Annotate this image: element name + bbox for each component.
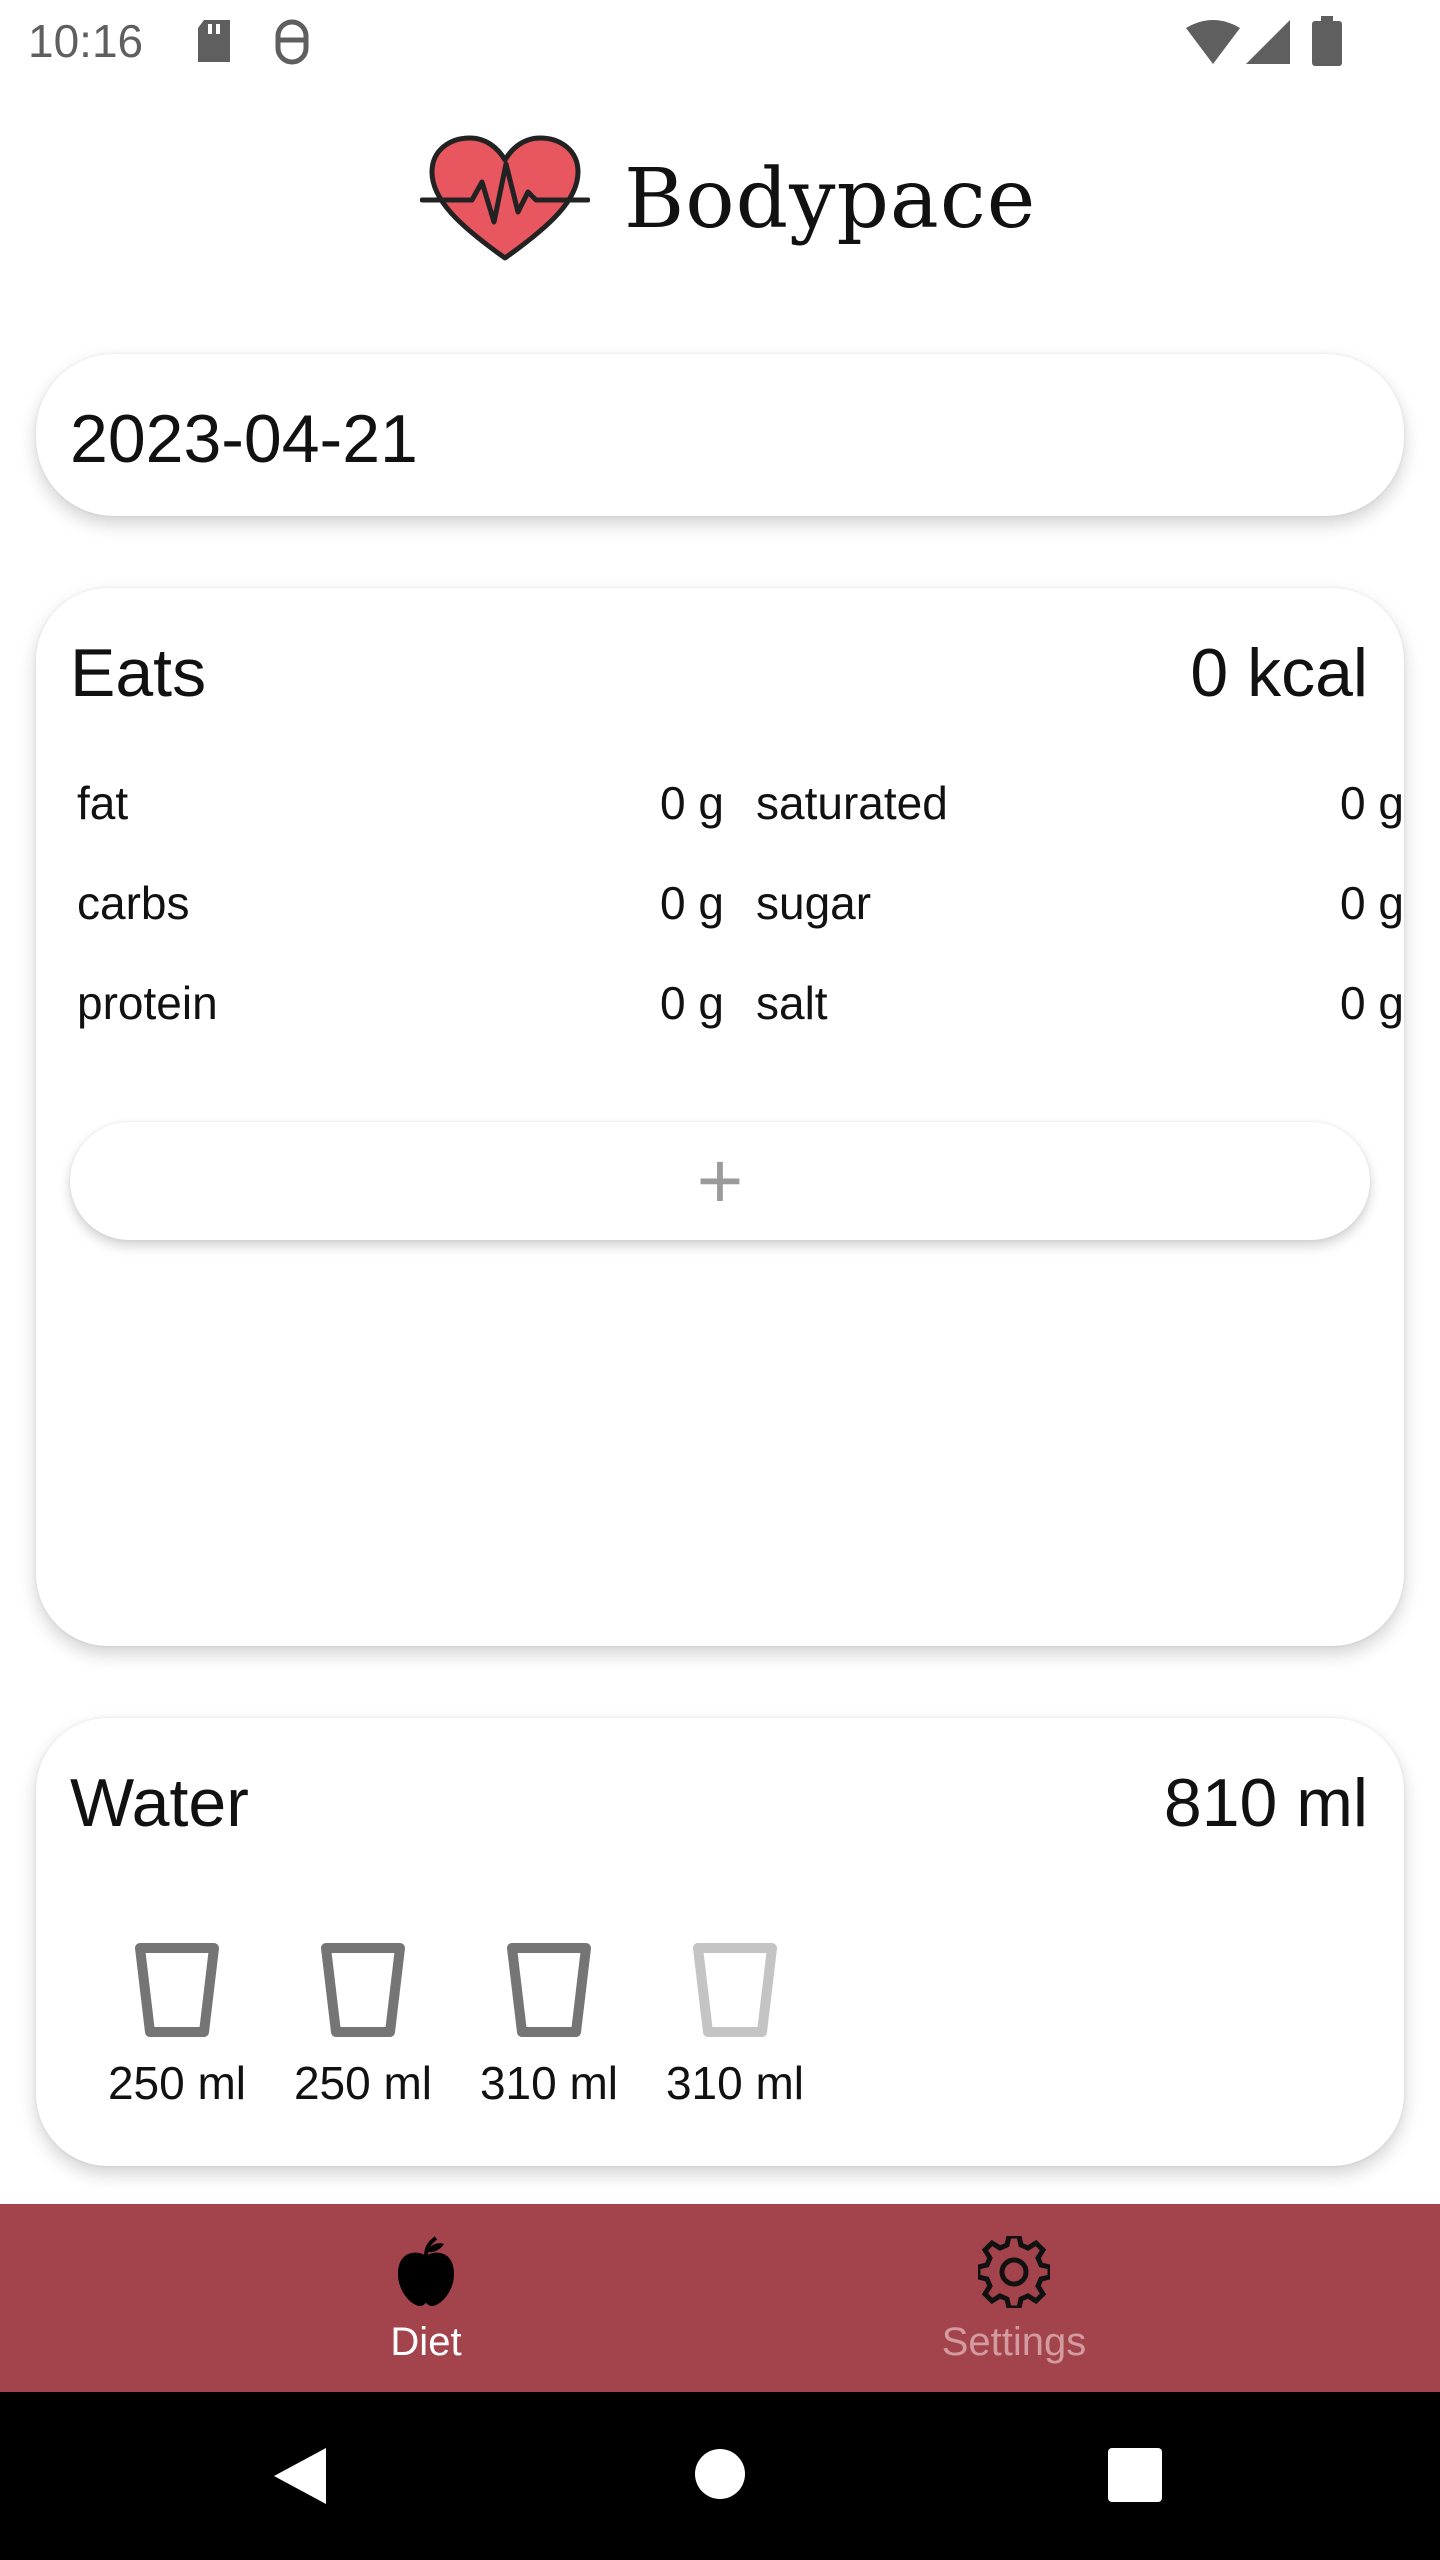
battery-icon	[1312, 16, 1342, 66]
nutrient-value-saturated: 0 g	[1340, 777, 1404, 829]
nav-item-diet[interactable]: Diet	[276, 2204, 576, 2392]
nutrient-label-sugar: sugar	[756, 877, 872, 929]
status-time: 10:16	[28, 15, 144, 67]
wifi-icon	[1186, 20, 1240, 64]
add-meal-button[interactable]: +	[70, 1122, 1370, 1240]
gear-icon	[978, 2236, 1050, 2308]
date-text: 2023-04-21	[70, 401, 418, 477]
heart-pulse-icon	[420, 135, 590, 261]
glass-icon[interactable]	[506, 1942, 592, 2038]
nav-label-diet: Diet	[390, 2320, 462, 2364]
nutrient-value-sugar: 0 g	[1340, 877, 1404, 929]
glass-label: 310 ml	[479, 2057, 619, 2109]
nutrient-value-fat: 0 g	[660, 777, 724, 829]
apple-icon	[398, 2236, 454, 2306]
nutrient-label-carbs: carbs	[77, 877, 190, 929]
debug-icon	[275, 19, 309, 65]
app-header: Bodypace	[0, 130, 1440, 280]
status-bar: 10:16	[0, 0, 1440, 84]
nutrient-value-salt: 0 g	[1340, 977, 1404, 1029]
nav-label-settings: Settings	[941, 2320, 1087, 2364]
bottom-navigation: Diet Settings	[0, 2204, 1440, 2392]
sd-card-icon	[198, 20, 230, 62]
glass-icon[interactable]	[320, 1942, 406, 2038]
water-card: Water 810 ml 250 ml 250 ml 310 ml 310 ml	[36, 1718, 1404, 2166]
water-total: 810 ml	[1163, 1765, 1368, 1841]
date-selector[interactable]: 2023-04-21	[36, 354, 1404, 516]
nutrient-label-protein: protein	[77, 977, 218, 1029]
glass-label: 250 ml	[293, 2057, 433, 2109]
eats-card: Eats 0 kcal fat 0 g carbs 0 g protein 0 …	[36, 588, 1404, 1646]
plus-icon: +	[696, 1136, 744, 1225]
eats-title: Eats	[70, 635, 207, 711]
home-icon[interactable]	[694, 2448, 746, 2500]
nutrient-value-carbs: 0 g	[660, 877, 724, 929]
glass-empty-icon[interactable]	[692, 1942, 778, 2038]
back-icon[interactable]	[270, 2444, 330, 2508]
eats-total: 0 kcal	[1190, 635, 1368, 711]
nav-item-settings[interactable]: Settings	[864, 2204, 1164, 2392]
nutrient-value-protein: 0 g	[660, 977, 724, 1029]
glass-icon[interactable]	[134, 1942, 220, 2038]
system-navigation-bar	[0, 2392, 1440, 2560]
app-title: Bodypace	[624, 152, 1037, 247]
nutrient-label-saturated: saturated	[756, 777, 948, 829]
nutrient-label-salt: salt	[756, 977, 828, 1029]
glass-label: 310 ml	[665, 2057, 805, 2109]
glass-label: 250 ml	[107, 2057, 247, 2109]
recents-icon[interactable]	[1108, 2448, 1162, 2502]
water-title: Water	[70, 1765, 249, 1841]
signal-icon	[1246, 20, 1290, 64]
nutrient-label-fat: fat	[77, 777, 129, 829]
